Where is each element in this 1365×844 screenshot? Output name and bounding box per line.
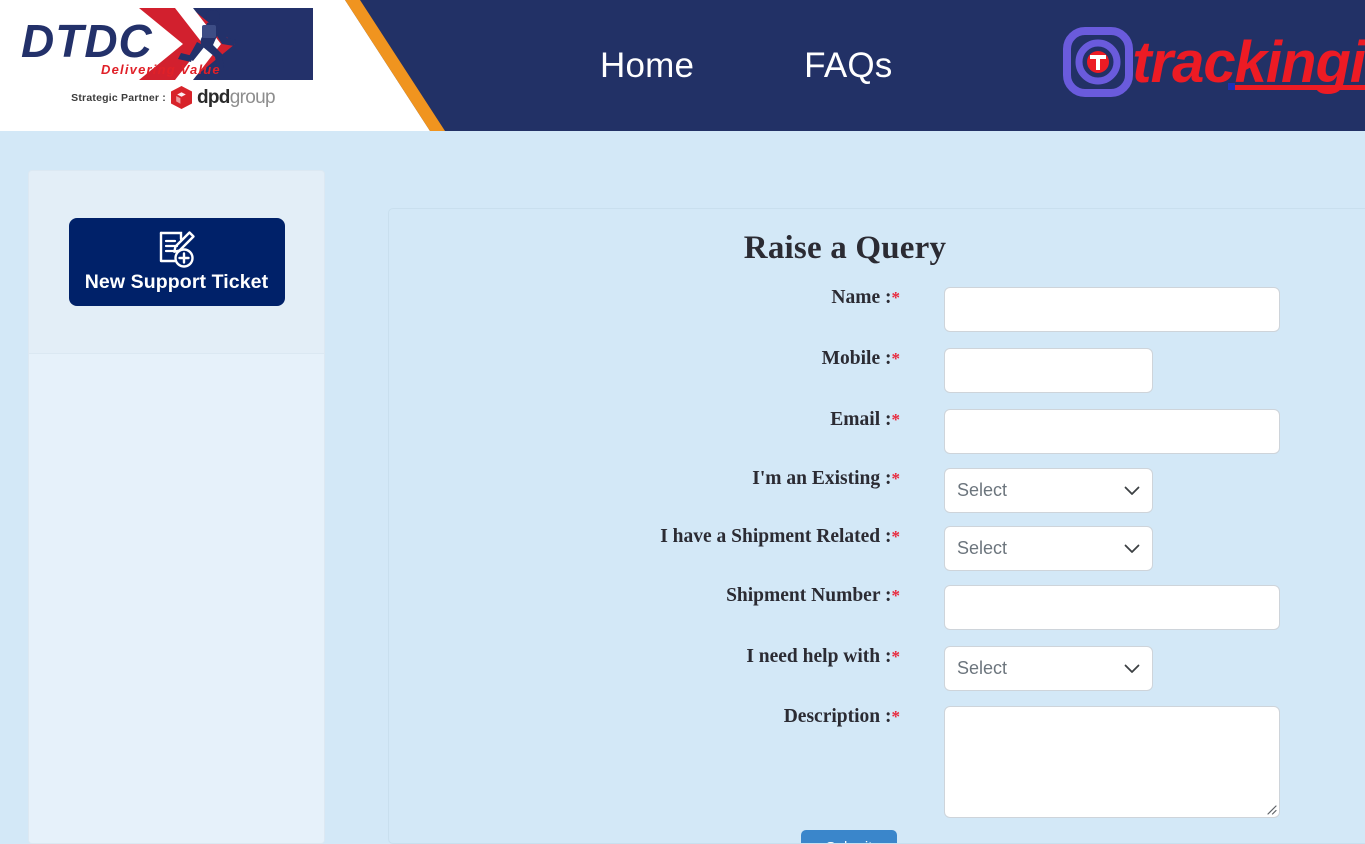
field-shipment-related-area: Select xyxy=(944,526,1365,571)
label-description: Description :* xyxy=(389,706,944,727)
form-row-description: Description :* xyxy=(389,706,1365,818)
required-marker: * xyxy=(891,647,901,666)
nav-link-home[interactable]: Home xyxy=(600,46,694,86)
field-mobile-area xyxy=(944,348,1365,393)
need-help-select-value: Select xyxy=(957,658,1008,678)
form-row-existing: I'm an Existing :* Select xyxy=(389,468,1365,513)
field-name-area xyxy=(944,287,1365,332)
form-row-shipment-related: I have a Shipment Related :* Select xyxy=(389,526,1365,571)
dpd-light: group xyxy=(229,86,276,108)
new-support-ticket-button[interactable]: New Support Ticket xyxy=(68,218,285,306)
label-shipment-related-text: I have a Shipment Related : xyxy=(660,526,892,547)
sidebar-panel: New Support Ticket xyxy=(28,170,325,844)
resize-grip-icon[interactable] xyxy=(1264,802,1277,815)
required-marker: * xyxy=(891,527,901,546)
submit-button[interactable]: Submit xyxy=(801,830,897,843)
dtdc-logo: DTDC Delivering Value xyxy=(13,6,313,82)
label-email-text: Email : xyxy=(830,409,892,430)
label-mobile: Mobile :* xyxy=(389,348,944,369)
page-title: Raise a Query xyxy=(743,230,947,266)
dtdc-wordmark: DTDC xyxy=(21,15,153,67)
sidebar-body-section xyxy=(29,354,324,843)
required-marker: * xyxy=(891,586,901,605)
shipment-related-select-value: Select xyxy=(957,538,1008,558)
required-marker: * xyxy=(891,288,901,307)
form-row-shipment-number: Shipment Number :* xyxy=(389,585,1365,630)
trackingi-logo[interactable]: trackingi xyxy=(1062,24,1365,102)
chevron-down-icon xyxy=(1124,544,1140,553)
required-marker: * xyxy=(891,410,901,429)
field-existing-area: Select xyxy=(944,468,1365,513)
required-marker: * xyxy=(891,469,901,488)
dpd-bold: dpd xyxy=(197,86,230,108)
new-ticket-icon xyxy=(159,231,195,268)
dpd-cube-icon xyxy=(171,86,192,109)
required-marker: * xyxy=(891,349,901,368)
label-need-help-text: I need help with : xyxy=(746,646,892,667)
raise-query-card: Raise a Query Name :* Mobile :* Email :* xyxy=(388,208,1365,844)
main-nav: Home FAQs xyxy=(600,0,893,131)
field-shipment-number-area xyxy=(944,585,1365,630)
query-form: Name :* Mobile :* Email :* I'm an Existi… xyxy=(389,287,1365,843)
trackingi-wordmark-wrap: trackingi xyxy=(1132,32,1365,94)
brand-block[interactable]: DTDC Delivering Value Strategic Partner … xyxy=(8,4,318,124)
sidebar-header-section: New Support Ticket xyxy=(29,171,324,354)
label-shipment-number-text: Shipment Number : xyxy=(726,585,892,606)
nav-link-faqs[interactable]: FAQs xyxy=(804,46,892,86)
label-name: Name :* xyxy=(389,287,944,308)
description-textarea[interactable] xyxy=(944,706,1280,818)
name-input[interactable] xyxy=(944,287,1280,332)
chevron-down-icon xyxy=(1124,486,1140,495)
dtdc-tagline: Delivering Value xyxy=(101,62,221,77)
new-ticket-label: New Support Ticket xyxy=(84,271,269,293)
form-row-name: Name :* xyxy=(389,287,1365,332)
label-email: Email :* xyxy=(389,409,944,430)
field-need-help-area: Select xyxy=(944,646,1365,691)
partner-label: Strategic Partner : xyxy=(71,91,166,104)
label-mobile-text: Mobile : xyxy=(821,348,892,369)
existing-select[interactable]: Select xyxy=(944,468,1153,513)
field-email-area xyxy=(944,409,1365,454)
required-marker: * xyxy=(891,707,901,726)
trackingi-t-icon xyxy=(1063,27,1134,97)
label-shipment-related: I have a Shipment Related :* xyxy=(389,526,944,547)
form-row-need-help: I need help with :* Select xyxy=(389,646,1365,691)
dtdc-runner-icon xyxy=(178,10,236,68)
need-help-select[interactable]: Select xyxy=(944,646,1153,691)
existing-select-value: Select xyxy=(957,480,1008,500)
shipment-number-input[interactable] xyxy=(944,585,1280,630)
submit-row: Submit xyxy=(389,830,1365,843)
form-row-email: Email :* xyxy=(389,409,1365,454)
shipment-related-select[interactable]: Select xyxy=(944,526,1153,571)
field-description-area xyxy=(944,706,1365,818)
trackingi-underline xyxy=(1232,85,1365,90)
chevron-down-icon xyxy=(1124,664,1140,673)
trackingi-dot xyxy=(1228,83,1236,90)
page-body: New Support Ticket Raise a Query Name :*… xyxy=(0,131,1365,844)
label-name-text: Name : xyxy=(831,287,892,308)
site-header: DTDC Delivering Value Strategic Partner … xyxy=(0,0,1365,131)
label-existing-text: I'm an Existing : xyxy=(752,468,892,489)
email-input[interactable] xyxy=(944,409,1280,454)
dpd-wordmark: dpdgroup xyxy=(197,86,276,109)
form-row-mobile: Mobile :* xyxy=(389,348,1365,393)
label-need-help: I need help with :* xyxy=(389,646,944,667)
mobile-input[interactable] xyxy=(944,348,1153,393)
label-existing: I'm an Existing :* xyxy=(389,468,944,489)
label-shipment-number: Shipment Number :* xyxy=(389,585,944,606)
label-description-text: Description : xyxy=(783,706,892,727)
dpd-partner-row: Strategic Partner : dpdgroup xyxy=(71,86,276,109)
